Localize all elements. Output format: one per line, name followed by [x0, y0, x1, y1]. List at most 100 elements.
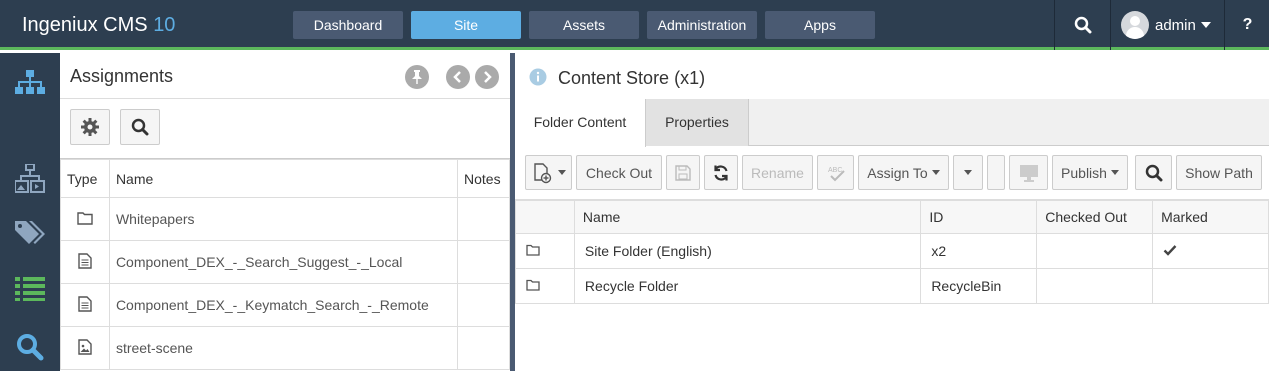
panel-title: Content Store (x1): [558, 68, 706, 88]
nav-administration[interactable]: Administration: [647, 11, 757, 39]
separator: [1110, 0, 1111, 50]
icon-cell: [515, 268, 575, 304]
rename-button[interactable]: Rename: [742, 155, 813, 190]
save-icon: [675, 164, 691, 181]
checkmark-icon: [1163, 245, 1177, 256]
column-header-type[interactable]: Type: [60, 159, 110, 198]
nav-site[interactable]: Site: [411, 11, 521, 39]
app-version: 10: [153, 14, 176, 36]
nav-apps[interactable]: Apps: [765, 11, 875, 39]
content-store-panel: Content Store (x1) Folder Content Proper…: [515, 53, 1269, 371]
content-toolbar: Check Out Rename ABC Assign To Publish S: [515, 146, 1269, 200]
table-row[interactable]: Whitepapers: [60, 197, 510, 241]
check-out-button[interactable]: Check Out: [576, 155, 662, 190]
name-cell: Recycle Folder: [573, 268, 922, 304]
search-button[interactable]: [120, 109, 160, 145]
monitor-icon: [1019, 164, 1038, 182]
marked-cell: [1152, 268, 1269, 304]
tab-properties[interactable]: Properties: [646, 99, 749, 146]
new-page-button[interactable]: [525, 155, 572, 190]
column-header-notes[interactable]: Notes: [457, 159, 510, 198]
settings-button[interactable]: [70, 109, 110, 145]
search-icon[interactable]: [12, 329, 48, 365]
asset-tree-icon[interactable]: [12, 161, 48, 197]
global-search-button[interactable]: [1056, 0, 1110, 50]
type-cell: [60, 240, 110, 284]
image-icon: [78, 338, 92, 355]
show-path-button[interactable]: Show Path: [1176, 155, 1262, 190]
column-header-name[interactable]: Name: [573, 200, 922, 234]
folder-content-table: Name ID Checked Out Marked Site Folder (…: [515, 200, 1269, 304]
table-row[interactable]: Recycle Folder RecycleBin: [515, 268, 1269, 304]
save-button[interactable]: [666, 155, 700, 190]
preview-button[interactable]: [1009, 155, 1048, 190]
table-row[interactable]: street-scene: [60, 326, 510, 370]
icon-cell: [515, 233, 575, 269]
column-header-checked-out[interactable]: Checked Out: [1036, 200, 1154, 234]
top-bar: Ingeniux CMS 10 Dashboard Site Assets Ad…: [0, 0, 1269, 50]
tab-folder-content[interactable]: Folder Content: [515, 99, 646, 147]
spellcheck-button[interactable]: ABC: [817, 155, 854, 190]
name-cell: Whitepapers: [108, 197, 459, 241]
id-cell: RecycleBin: [920, 268, 1038, 304]
panel-title: Assignments: [70, 66, 174, 86]
publish-label: Publish: [1061, 164, 1107, 181]
document-icon: [78, 295, 92, 312]
chevron-right-icon: [484, 71, 492, 83]
name-cell: street-scene: [108, 326, 459, 370]
folder-icon: [77, 211, 93, 225]
user-name: admin: [1155, 16, 1196, 34]
tags-icon[interactable]: [12, 215, 48, 251]
type-cell: [60, 197, 110, 241]
document-icon: [78, 252, 92, 269]
nav-dashboard[interactable]: Dashboard: [293, 11, 403, 39]
gear-icon: [81, 118, 99, 136]
notes-cell: [457, 197, 510, 241]
caret-down-icon: [557, 170, 566, 175]
next-button[interactable]: [475, 65, 499, 89]
more-dropdown-button[interactable]: [953, 155, 983, 190]
search-icon: [1145, 164, 1162, 181]
column-header-name[interactable]: Name: [108, 159, 459, 198]
app-name: Ingeniux CMS: [22, 14, 148, 36]
column-header-id[interactable]: ID: [920, 200, 1038, 234]
column-header-marked[interactable]: Marked: [1152, 200, 1269, 234]
caret-down-icon: [931, 170, 940, 175]
separator: [1054, 0, 1055, 50]
nav-assets[interactable]: Assets: [529, 11, 639, 39]
site-tree-icon[interactable]: [12, 65, 48, 101]
chevron-left-icon: [453, 71, 461, 83]
checked-out-cell: [1036, 268, 1154, 304]
name-cell: Site Folder (English): [573, 233, 922, 269]
marked-cell: [1152, 233, 1269, 269]
pin-icon: [412, 70, 422, 84]
table-row[interactable]: Site Folder (English) x2: [515, 233, 1269, 269]
assign-to-label: Assign To: [867, 164, 928, 181]
search-button[interactable]: [1135, 155, 1172, 190]
caret-down-icon: [1110, 170, 1119, 175]
previous-button[interactable]: [446, 65, 470, 89]
empty-button[interactable]: [987, 155, 1005, 190]
assign-to-button[interactable]: Assign To: [858, 155, 949, 190]
list-icon[interactable]: [12, 271, 48, 307]
svg-text:ABC: ABC: [828, 167, 842, 174]
table-row[interactable]: Component_DEX_-_Keymatch_Search_-_Remote: [60, 283, 510, 327]
caret-down-icon: [1200, 22, 1211, 28]
search-icon: [131, 118, 149, 136]
pin-button[interactable]: [405, 65, 429, 89]
new-document-icon: [533, 162, 551, 183]
app-brand[interactable]: Ingeniux CMS 10: [22, 14, 175, 37]
assignments-table: Type Name Notes Whitepapers Component_DE…: [60, 159, 510, 370]
refresh-icon: [714, 164, 728, 181]
type-cell: [60, 326, 110, 370]
assignments-panel: Assignments Type Name Notes Whitepapers …: [60, 53, 510, 371]
table-row[interactable]: Component_DEX_-_Search_Suggest_-_Local: [60, 240, 510, 284]
refresh-button[interactable]: [704, 155, 738, 190]
name-cell: Component_DEX_-_Keymatch_Search_-_Remote: [108, 283, 459, 327]
user-menu[interactable]: admin: [1112, 0, 1224, 50]
id-cell: x2: [920, 233, 1038, 269]
help-button[interactable]: ?: [1226, 0, 1269, 50]
publish-button[interactable]: Publish: [1052, 155, 1128, 190]
left-nav: [0, 53, 60, 371]
info-icon: [529, 68, 547, 86]
